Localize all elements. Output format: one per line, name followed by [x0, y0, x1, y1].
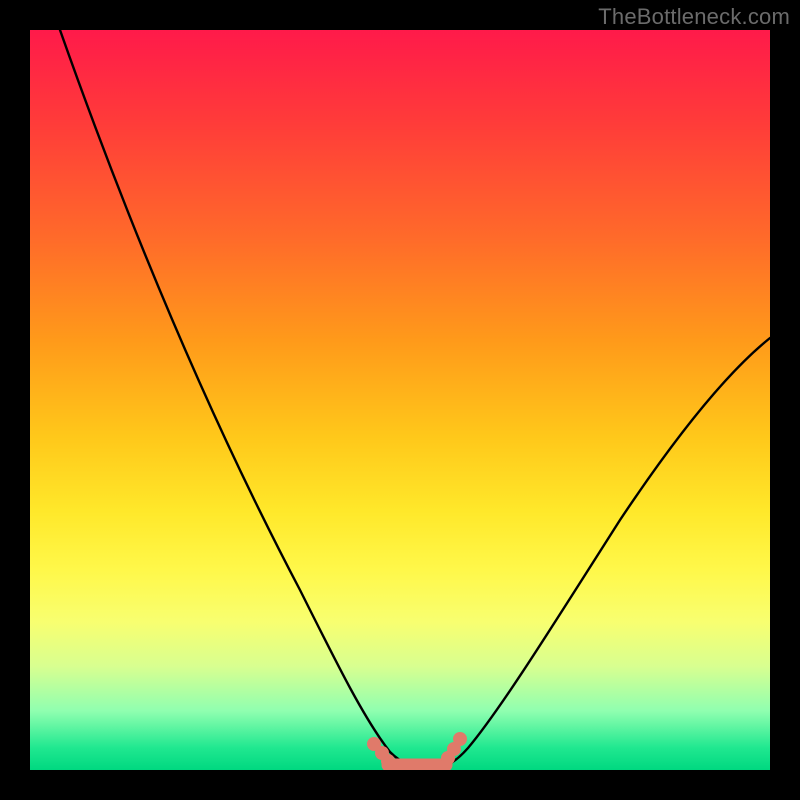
- marker-dot: [453, 732, 467, 746]
- bottleneck-curve: [60, 30, 770, 768]
- plot-area: [30, 30, 770, 770]
- marker-dot: [381, 754, 395, 768]
- curve-svg: [30, 30, 770, 770]
- watermark-text: TheBottleneck.com: [598, 4, 790, 30]
- chart-stage: TheBottleneck.com: [0, 0, 800, 800]
